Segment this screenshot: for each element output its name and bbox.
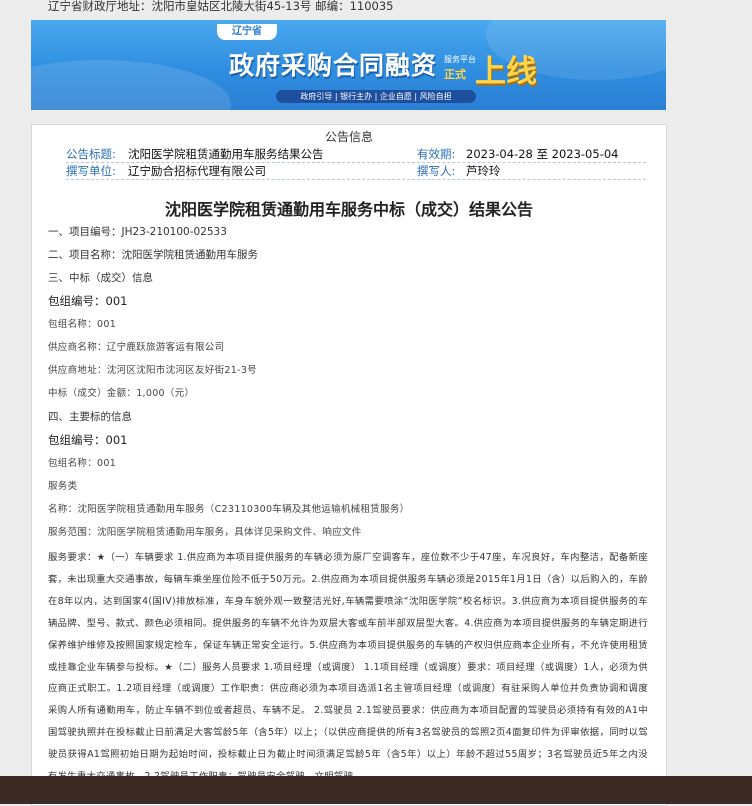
banner-title: 政府采购合同融资	[229, 51, 438, 80]
service-category-line: 服务类	[48, 481, 78, 492]
banner-tag-platform: 服务平台	[444, 55, 476, 64]
supplier-address-line: 供应商地址：沈河区沈阳市沈河区友好街21-3号	[48, 365, 257, 376]
banner-slogan-bar: 政府引导 | 银行主办 | 企业自愿 | 风险自担	[276, 90, 476, 103]
banner-tag-official: 正式	[444, 68, 466, 81]
org-label: 撰写单位:	[66, 164, 116, 178]
service-requirements-paragraph: 服务要求：★（一）车辆要求 1.供应商为本项目提供服务的车辆必须为原厂空调客车，…	[48, 552, 648, 782]
info-row-2: 撰写单位: 辽宁励合招标代理有限公司 撰写人: 芦玲玲	[66, 163, 646, 180]
service-name-line: 名称：沈阳医学院租赁通勤用车服务（C23110300车辆及其他运输机械租赁服务）	[48, 504, 410, 515]
notice-title-label: 公告标题:	[66, 147, 116, 161]
package-number-line: 包组编号：001	[48, 294, 128, 308]
notice-title-value: 沈阳医学院租赁通勤用车服务结果公告	[128, 147, 324, 161]
award-info-heading: 三、中标（成交）信息	[48, 272, 153, 284]
org-value: 辽宁励合招标代理有限公司	[128, 164, 266, 178]
document-title: 沈阳医学院租赁通勤用车服务中标（成交）结果公告	[164, 200, 533, 219]
project-name-line: 二、项目名称：沈阳医学院租赁通勤用车服务	[48, 249, 258, 261]
banner-tag-online: 上线	[475, 54, 537, 90]
info-row-1: 公告标题: 沈阳医学院租赁通勤用车服务结果公告 有效期: 2023-04-28 …	[66, 146, 646, 163]
service-scope-line: 服务范围：沈阳医学院租赁通勤用车服务，具体详见采购文件、响应文件	[48, 527, 362, 538]
valid-period-value: 2023-04-28 至 2023-05-04	[466, 147, 619, 161]
author-value: 芦玲玲	[466, 164, 501, 178]
supplier-name-line: 供应商名称：辽宁鹿跃旅游客运有限公司	[48, 342, 225, 353]
project-number-line: 一、项目编号：JH23-210100-02533	[48, 226, 227, 238]
author-label: 撰写人:	[417, 164, 456, 178]
financing-platform-banner[interactable]: 辽宁省 政府采购合同融资 服务平台 正式 上线 政府引导 | 银行主办 | 企业…	[31, 20, 666, 110]
package-name-line-2: 包组名称：001	[48, 458, 117, 469]
package-name-line: 包组名称：001	[48, 319, 117, 330]
award-amount-line: 中标（成交）金额：1,000（元）	[48, 388, 195, 399]
valid-period-label: 有效期:	[417, 147, 456, 161]
banner-province-tab: 辽宁省	[217, 24, 277, 40]
banner-swoosh-left	[31, 60, 231, 110]
top-address: 辽宁省财政厅地址：沈阳市皇姑区北陵大街45-13号 邮编：110035	[48, 0, 394, 13]
info-table: 公告标题: 沈阳医学院租赁通勤用车服务结果公告 有效期: 2023-04-28 …	[66, 146, 646, 180]
info-section-title: 公告信息	[324, 130, 373, 144]
footer-bar	[0, 776, 752, 804]
package-number-line-2: 包组编号：001	[48, 433, 128, 447]
main-items-heading: 四、主要标的信息	[48, 411, 132, 423]
announcement-card: 公告信息 公告标题: 沈阳医学院租赁通勤用车服务结果公告 有效期: 2023-0…	[31, 124, 667, 806]
